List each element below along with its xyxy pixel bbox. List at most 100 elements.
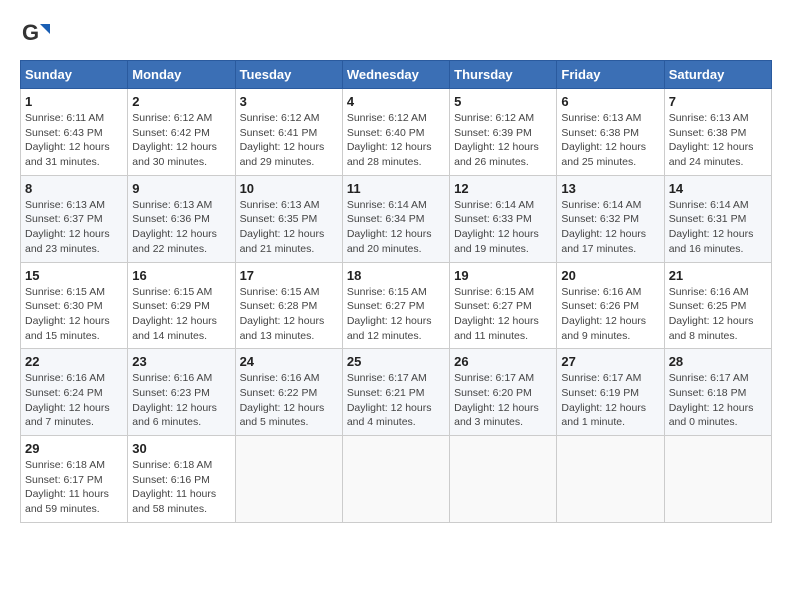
- day-number: 20: [561, 268, 659, 283]
- calendar-cell: 9 Sunrise: 6:13 AM Sunset: 6:36 PM Dayli…: [128, 175, 235, 262]
- logo: G: [20, 20, 54, 50]
- calendar-cell: 23 Sunrise: 6:16 AM Sunset: 6:23 PM Dayl…: [128, 349, 235, 436]
- calendar-cell: 10 Sunrise: 6:13 AM Sunset: 6:35 PM Dayl…: [235, 175, 342, 262]
- calendar-cell: 14 Sunrise: 6:14 AM Sunset: 6:31 PM Dayl…: [664, 175, 771, 262]
- day-number: 17: [240, 268, 338, 283]
- calendar-cell: 27 Sunrise: 6:17 AM Sunset: 6:19 PM Dayl…: [557, 349, 664, 436]
- day-info: Sunrise: 6:16 AM Sunset: 6:24 PM Dayligh…: [25, 371, 123, 430]
- header-saturday: Saturday: [664, 61, 771, 89]
- day-info: Sunrise: 6:18 AM Sunset: 6:17 PM Dayligh…: [25, 458, 123, 517]
- calendar-week-2: 8 Sunrise: 6:13 AM Sunset: 6:37 PM Dayli…: [21, 175, 772, 262]
- header-sunday: Sunday: [21, 61, 128, 89]
- calendar-cell: 17 Sunrise: 6:15 AM Sunset: 6:28 PM Dayl…: [235, 262, 342, 349]
- day-info: Sunrise: 6:17 AM Sunset: 6:18 PM Dayligh…: [669, 371, 767, 430]
- page-header: G: [20, 20, 772, 50]
- calendar-cell: [557, 436, 664, 523]
- day-info: Sunrise: 6:17 AM Sunset: 6:19 PM Dayligh…: [561, 371, 659, 430]
- calendar-cell: 2 Sunrise: 6:12 AM Sunset: 6:42 PM Dayli…: [128, 89, 235, 176]
- calendar-cell: 5 Sunrise: 6:12 AM Sunset: 6:39 PM Dayli…: [450, 89, 557, 176]
- day-info: Sunrise: 6:18 AM Sunset: 6:16 PM Dayligh…: [132, 458, 230, 517]
- day-number: 13: [561, 181, 659, 196]
- calendar-cell: 8 Sunrise: 6:13 AM Sunset: 6:37 PM Dayli…: [21, 175, 128, 262]
- day-info: Sunrise: 6:16 AM Sunset: 6:25 PM Dayligh…: [669, 285, 767, 344]
- day-info: Sunrise: 6:13 AM Sunset: 6:37 PM Dayligh…: [25, 198, 123, 257]
- day-info: Sunrise: 6:15 AM Sunset: 6:27 PM Dayligh…: [347, 285, 445, 344]
- day-number: 19: [454, 268, 552, 283]
- day-number: 1: [25, 94, 123, 109]
- day-info: Sunrise: 6:12 AM Sunset: 6:40 PM Dayligh…: [347, 111, 445, 170]
- header-thursday: Thursday: [450, 61, 557, 89]
- day-number: 29: [25, 441, 123, 456]
- calendar-cell: 29 Sunrise: 6:18 AM Sunset: 6:17 PM Dayl…: [21, 436, 128, 523]
- day-number: 7: [669, 94, 767, 109]
- day-info: Sunrise: 6:15 AM Sunset: 6:29 PM Dayligh…: [132, 285, 230, 344]
- calendar-cell: [450, 436, 557, 523]
- calendar-cell: 24 Sunrise: 6:16 AM Sunset: 6:22 PM Dayl…: [235, 349, 342, 436]
- calendar-cell: [235, 436, 342, 523]
- calendar-header-row: SundayMondayTuesdayWednesdayThursdayFrid…: [21, 61, 772, 89]
- day-info: Sunrise: 6:13 AM Sunset: 6:38 PM Dayligh…: [561, 111, 659, 170]
- day-number: 4: [347, 94, 445, 109]
- header-wednesday: Wednesday: [342, 61, 449, 89]
- calendar-week-1: 1 Sunrise: 6:11 AM Sunset: 6:43 PM Dayli…: [21, 89, 772, 176]
- calendar-cell: 4 Sunrise: 6:12 AM Sunset: 6:40 PM Dayli…: [342, 89, 449, 176]
- calendar-week-5: 29 Sunrise: 6:18 AM Sunset: 6:17 PM Dayl…: [21, 436, 772, 523]
- day-number: 3: [240, 94, 338, 109]
- calendar-cell: 12 Sunrise: 6:14 AM Sunset: 6:33 PM Dayl…: [450, 175, 557, 262]
- day-info: Sunrise: 6:12 AM Sunset: 6:39 PM Dayligh…: [454, 111, 552, 170]
- calendar-cell: [342, 436, 449, 523]
- day-info: Sunrise: 6:15 AM Sunset: 6:27 PM Dayligh…: [454, 285, 552, 344]
- day-number: 24: [240, 354, 338, 369]
- calendar-cell: 7 Sunrise: 6:13 AM Sunset: 6:38 PM Dayli…: [664, 89, 771, 176]
- calendar-week-4: 22 Sunrise: 6:16 AM Sunset: 6:24 PM Dayl…: [21, 349, 772, 436]
- day-number: 22: [25, 354, 123, 369]
- day-info: Sunrise: 6:14 AM Sunset: 6:32 PM Dayligh…: [561, 198, 659, 257]
- day-info: Sunrise: 6:17 AM Sunset: 6:21 PM Dayligh…: [347, 371, 445, 430]
- calendar-cell: 6 Sunrise: 6:13 AM Sunset: 6:38 PM Dayli…: [557, 89, 664, 176]
- day-info: Sunrise: 6:14 AM Sunset: 6:34 PM Dayligh…: [347, 198, 445, 257]
- calendar-cell: 11 Sunrise: 6:14 AM Sunset: 6:34 PM Dayl…: [342, 175, 449, 262]
- calendar-cell: 3 Sunrise: 6:12 AM Sunset: 6:41 PM Dayli…: [235, 89, 342, 176]
- calendar-cell: 13 Sunrise: 6:14 AM Sunset: 6:32 PM Dayl…: [557, 175, 664, 262]
- calendar-cell: 16 Sunrise: 6:15 AM Sunset: 6:29 PM Dayl…: [128, 262, 235, 349]
- day-info: Sunrise: 6:16 AM Sunset: 6:26 PM Dayligh…: [561, 285, 659, 344]
- day-number: 28: [669, 354, 767, 369]
- day-number: 21: [669, 268, 767, 283]
- calendar-week-3: 15 Sunrise: 6:15 AM Sunset: 6:30 PM Dayl…: [21, 262, 772, 349]
- day-number: 26: [454, 354, 552, 369]
- day-number: 12: [454, 181, 552, 196]
- day-number: 10: [240, 181, 338, 196]
- day-info: Sunrise: 6:13 AM Sunset: 6:35 PM Dayligh…: [240, 198, 338, 257]
- logo-icon: G: [20, 20, 50, 50]
- day-number: 5: [454, 94, 552, 109]
- calendar-table: SundayMondayTuesdayWednesdayThursdayFrid…: [20, 60, 772, 523]
- calendar-cell: 22 Sunrise: 6:16 AM Sunset: 6:24 PM Dayl…: [21, 349, 128, 436]
- day-info: Sunrise: 6:15 AM Sunset: 6:28 PM Dayligh…: [240, 285, 338, 344]
- day-info: Sunrise: 6:15 AM Sunset: 6:30 PM Dayligh…: [25, 285, 123, 344]
- day-info: Sunrise: 6:16 AM Sunset: 6:22 PM Dayligh…: [240, 371, 338, 430]
- calendar-cell: 30 Sunrise: 6:18 AM Sunset: 6:16 PM Dayl…: [128, 436, 235, 523]
- calendar-cell: 28 Sunrise: 6:17 AM Sunset: 6:18 PM Dayl…: [664, 349, 771, 436]
- day-info: Sunrise: 6:12 AM Sunset: 6:41 PM Dayligh…: [240, 111, 338, 170]
- day-info: Sunrise: 6:13 AM Sunset: 6:36 PM Dayligh…: [132, 198, 230, 257]
- calendar-cell: 1 Sunrise: 6:11 AM Sunset: 6:43 PM Dayli…: [21, 89, 128, 176]
- day-info: Sunrise: 6:17 AM Sunset: 6:20 PM Dayligh…: [454, 371, 552, 430]
- header-monday: Monday: [128, 61, 235, 89]
- day-number: 18: [347, 268, 445, 283]
- day-number: 15: [25, 268, 123, 283]
- day-number: 8: [25, 181, 123, 196]
- day-number: 11: [347, 181, 445, 196]
- day-info: Sunrise: 6:13 AM Sunset: 6:38 PM Dayligh…: [669, 111, 767, 170]
- day-number: 9: [132, 181, 230, 196]
- day-info: Sunrise: 6:14 AM Sunset: 6:33 PM Dayligh…: [454, 198, 552, 257]
- day-number: 30: [132, 441, 230, 456]
- day-number: 6: [561, 94, 659, 109]
- day-number: 2: [132, 94, 230, 109]
- day-number: 25: [347, 354, 445, 369]
- day-number: 14: [669, 181, 767, 196]
- calendar-cell: 19 Sunrise: 6:15 AM Sunset: 6:27 PM Dayl…: [450, 262, 557, 349]
- calendar-cell: 21 Sunrise: 6:16 AM Sunset: 6:25 PM Dayl…: [664, 262, 771, 349]
- day-number: 23: [132, 354, 230, 369]
- calendar-cell: 26 Sunrise: 6:17 AM Sunset: 6:20 PM Dayl…: [450, 349, 557, 436]
- day-number: 27: [561, 354, 659, 369]
